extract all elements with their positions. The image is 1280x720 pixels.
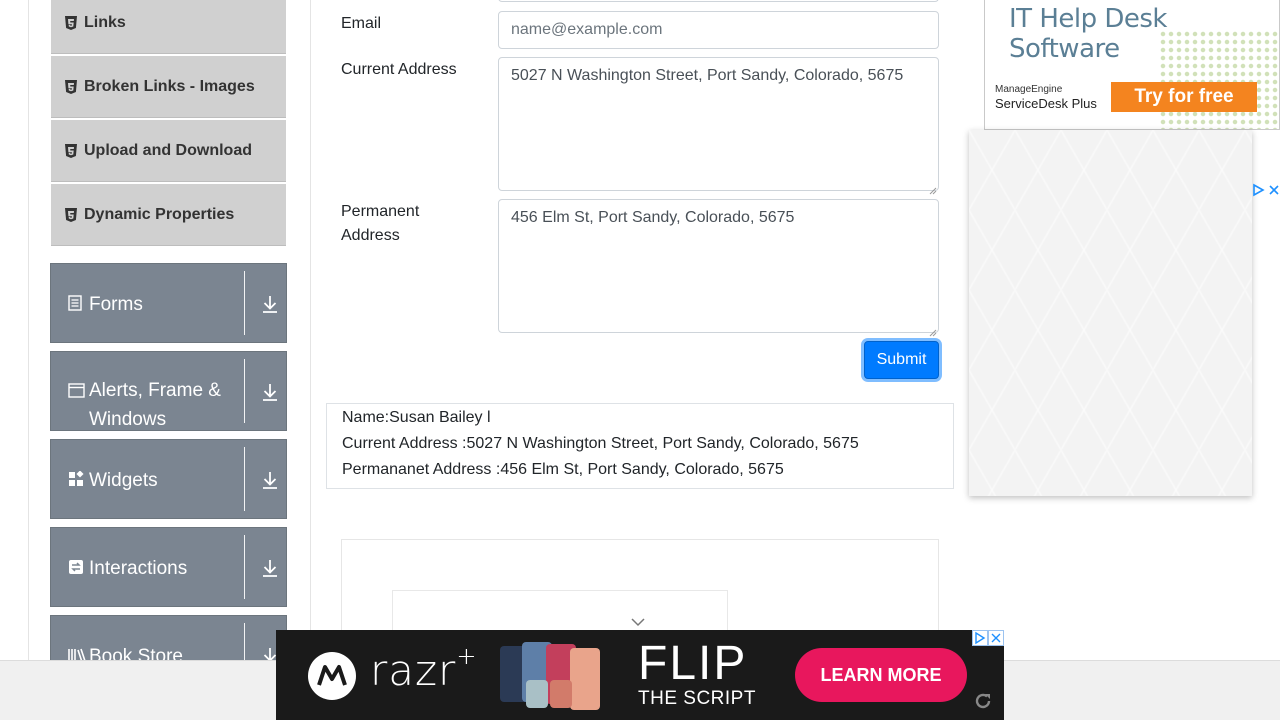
ad-title: IT Help Desk Software xyxy=(1009,4,1167,64)
group-divider xyxy=(244,535,245,599)
sidebar-group-alerts[interactable]: Alerts, Frame & Windows xyxy=(50,351,287,431)
phones-image xyxy=(498,640,602,712)
current-address-textarea[interactable]: 5027 N Washington Street, Port Sandy, Co… xyxy=(498,57,939,195)
permanent-address-textarea[interactable]: 456 Elm St, Port Sandy, Colorado, 5675 xyxy=(498,199,939,337)
output-name: Name:Susan Bailey l xyxy=(342,409,491,426)
form-icon xyxy=(68,295,84,311)
html5-icon xyxy=(65,15,77,30)
try-for-free-button[interactable]: Try for free xyxy=(1111,82,1257,112)
sidebar-item-label: Upload and Download xyxy=(84,141,252,159)
reload-icon[interactable] xyxy=(972,690,994,712)
current-address-label: Current Address xyxy=(341,61,457,78)
output-box: Name:Susan Bailey l Current Address :502… xyxy=(326,403,954,489)
email-label: Email xyxy=(341,15,382,32)
ad-brand-line2: ServiceDesk Plus xyxy=(995,96,1097,111)
sidebar-item-label: Broken Links - Images xyxy=(84,77,255,95)
motorola-logo-icon xyxy=(308,652,356,700)
sidebar-divider xyxy=(310,0,311,660)
sidebar-item-upload-download[interactable]: Upload and Download xyxy=(51,120,286,182)
email-placeholder: name@example.com xyxy=(511,21,663,38)
permanent-address-value: 456 Elm St, Port Sandy, Colorado, 5675 xyxy=(511,209,795,226)
left-rule xyxy=(28,0,29,660)
resize-grip-icon[interactable] xyxy=(929,181,937,195)
group-label: Forms xyxy=(89,294,143,315)
razr-ad-banner[interactable]: razr+ FLIP THE SCRIPT LEARN MORE xyxy=(276,630,1004,720)
sidebar-item-label: Links xyxy=(84,13,126,31)
adchoices-icon[interactable] xyxy=(1252,182,1280,198)
interactions-icon xyxy=(68,559,84,575)
sidebar-item-dynamic-properties[interactable]: Dynamic Properties xyxy=(51,184,286,246)
download-arrow-icon[interactable] xyxy=(261,382,279,402)
sidebar-group-widgets[interactable]: Widgets xyxy=(50,439,287,519)
widgets-icon xyxy=(68,470,84,487)
window-icon xyxy=(68,383,85,399)
output-permanent-address: Permananet Address :456 Elm St, Port San… xyxy=(342,461,784,478)
ad-close-controls[interactable] xyxy=(972,630,1004,646)
group-label: Alerts, Frame & Windows xyxy=(89,380,221,430)
sidebar-group-interactions[interactable]: Interactions xyxy=(50,527,287,607)
download-arrow-icon[interactable] xyxy=(261,470,279,490)
html5-icon xyxy=(65,207,77,222)
permanent-address-label: Permanent Address xyxy=(341,203,420,244)
download-arrow-icon[interactable] xyxy=(261,558,279,578)
razr-brand: razr+ xyxy=(370,642,478,695)
ad-subline: THE SCRIPT xyxy=(638,688,756,709)
output-current-address: Current Address :5027 N Washington Stree… xyxy=(342,435,859,452)
group-label: Interactions xyxy=(89,558,188,579)
email-field[interactable]: name@example.com xyxy=(498,11,939,49)
download-arrow-icon[interactable] xyxy=(261,294,279,314)
side-ad-panel[interactable] xyxy=(969,130,1252,496)
ad-brand-line1: ManageEngine xyxy=(995,84,1063,95)
sidebar-item-links[interactable]: Links xyxy=(51,0,286,54)
group-divider xyxy=(244,271,245,335)
learn-more-button[interactable]: LEARN MORE xyxy=(795,648,967,702)
submit-button[interactable]: Submit xyxy=(864,341,939,379)
resize-grip-icon[interactable] xyxy=(929,323,937,337)
ad-pattern xyxy=(969,130,1252,496)
current-address-value: 5027 N Washington Street, Port Sandy, Co… xyxy=(511,67,904,84)
group-divider xyxy=(244,447,245,511)
ad-headline: FLIP xyxy=(638,637,748,690)
sidebar-item-label: Dynamic Properties xyxy=(84,205,235,223)
group-label: Widgets xyxy=(89,470,158,491)
group-divider xyxy=(244,359,245,423)
html5-icon xyxy=(65,79,77,94)
page: Links Broken Links - Images Upload and D… xyxy=(0,0,1280,720)
full-name-field-edge[interactable] xyxy=(498,0,939,2)
sidebar-group-forms[interactable]: Forms xyxy=(50,263,287,343)
sidebar-item-broken-links[interactable]: Broken Links - Images xyxy=(51,56,286,118)
helpdesk-ad[interactable]: IT Help Desk Software ManageEngine Servi… xyxy=(984,0,1280,130)
html5-icon xyxy=(65,143,77,158)
